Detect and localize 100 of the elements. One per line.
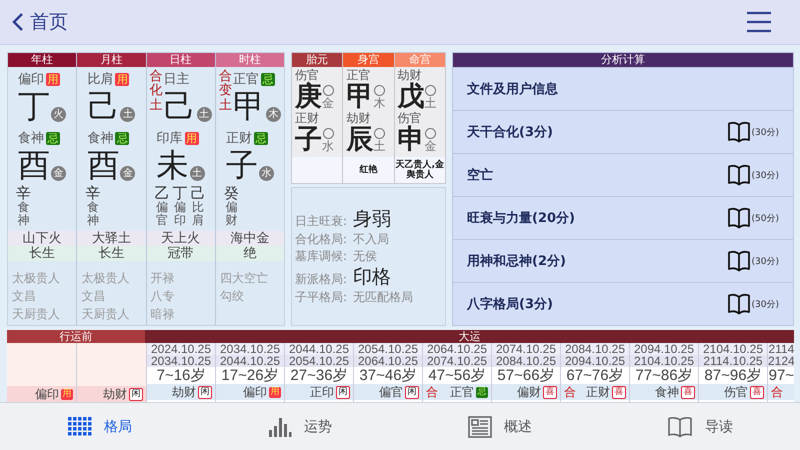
ten-god-label: 偏财	[517, 384, 541, 400]
tab[interactable]: 格局	[0, 403, 200, 450]
book-icon	[726, 293, 751, 315]
element-label: 土	[373, 138, 386, 152]
column-header: 命宫	[394, 53, 445, 67]
end-date: 2064.10.25	[354, 355, 422, 367]
life-stage-label: 长生	[77, 246, 146, 261]
back-chevron-icon	[12, 12, 24, 32]
start-date: 2114	[768, 343, 794, 355]
analysis-item[interactable]: 空亡 (30分)	[453, 153, 793, 196]
back-button[interactable]: 首页	[12, 9, 68, 35]
hidden-stem: 己	[190, 185, 206, 201]
summary-label: 子平格局:	[295, 289, 348, 305]
combination-mark: 合	[563, 384, 576, 400]
end-date: 2074.10.25	[423, 355, 491, 367]
element-badge: 金	[51, 166, 66, 181]
pillar-character: 己	[87, 88, 120, 124]
start-date: 2104.10.25	[699, 343, 767, 355]
status-badge: 用	[184, 132, 199, 144]
hidden-stem-god: 偏财	[225, 201, 238, 228]
score-label: (30分)	[752, 170, 779, 182]
ten-god-label: 正官	[232, 71, 259, 88]
ten-god-label: 正财	[295, 112, 320, 125]
status-badge: 喜	[750, 386, 764, 398]
column-header: 胎元	[292, 53, 342, 67]
score-label: (30分)	[752, 298, 779, 310]
end-date: 2054.10.25	[285, 355, 353, 367]
element-badge: 火	[51, 107, 66, 122]
palace-character: 子	[295, 125, 322, 155]
ten-god-label: 伤官	[295, 69, 319, 82]
grid-icon	[68, 416, 92, 436]
summary-value: 印格	[353, 265, 392, 289]
ring-icon	[425, 84, 436, 96]
shensha-label: 暗禄	[150, 306, 176, 323]
status-badge: 闲	[336, 386, 350, 398]
summary-value: 无匹配格局	[353, 289, 414, 306]
element-badge: 木	[266, 107, 281, 122]
ten-god-label: 偏印	[35, 386, 59, 402]
hidden-stem-god: 偏印	[174, 201, 186, 228]
shensha-label: 勾绞	[220, 288, 245, 305]
bar-chart-icon	[268, 416, 292, 438]
pillar-character: 己	[164, 88, 196, 124]
end-date: 2034.10.25	[147, 355, 215, 367]
hidden-stem-god: 食神	[86, 201, 99, 228]
life-stage-label: 绝	[216, 246, 284, 261]
pillar-character: 未	[156, 147, 189, 183]
element-badge: 土	[190, 166, 205, 181]
start-date: 2034.10.25	[216, 343, 284, 355]
analysis-item[interactable]: 旺衰与力量(20分) (50分)	[453, 196, 793, 239]
pillar-character: 丁	[18, 88, 50, 124]
analysis-item[interactable]: 用神和忌神(2分) (30分)	[453, 239, 793, 282]
analysis-item[interactable]: 文件及用户信息	[453, 67, 793, 110]
palace-character: 甲	[346, 82, 374, 112]
menu-icon[interactable]	[746, 11, 772, 33]
shensha-label: 太极贵人	[12, 270, 61, 287]
ring-icon	[425, 128, 436, 138]
element-label: 金	[424, 138, 437, 152]
ten-god-label: 正官	[346, 69, 372, 82]
ten-god-label: 伤官	[398, 112, 423, 125]
nayin-label: 山下火	[8, 231, 76, 246]
ten-god-label: 正印	[310, 384, 334, 400]
age-range: 97~	[768, 367, 794, 384]
combination-note: 合化土	[150, 70, 163, 113]
hidden-stem: 丁	[172, 185, 188, 201]
end-date: 2044.10.25	[216, 355, 284, 367]
ten-god-label: 伤官	[724, 384, 748, 400]
hidden-stem-god: 食神	[18, 201, 30, 228]
element-badge: 水	[258, 166, 274, 181]
analysis-item[interactable]: 八字格局(3分) (30分)	[453, 282, 793, 325]
summary-value: 身弱	[353, 207, 392, 231]
summary-label: 新派格局:	[295, 271, 348, 287]
element-label: 木	[373, 96, 386, 110]
palace-character: 戊	[398, 82, 425, 112]
age-range: 57~66岁	[496, 367, 556, 384]
tab[interactable]: 导读	[600, 403, 800, 450]
pillar-character: 甲	[232, 88, 265, 124]
shensha-label: 天乙贵人,金舆贵人	[394, 160, 445, 180]
age-range: 37~46岁	[358, 367, 418, 384]
element-badge: 土	[196, 107, 212, 122]
summary-label: 合化格局:	[295, 231, 348, 247]
end-date: 2084.10.25	[492, 355, 560, 367]
start-date: 2044.10.25	[285, 343, 353, 355]
ring-icon	[374, 128, 385, 138]
ten-god-label: 食神	[655, 384, 679, 400]
start-date: 2094.10.25	[630, 343, 698, 355]
document-list-icon	[468, 416, 492, 438]
book-icon	[726, 121, 751, 143]
ring-icon	[322, 84, 334, 96]
ten-god-label: 偏印	[243, 384, 267, 400]
ten-god-label: 比肩	[87, 71, 114, 88]
shensha-label: 天厨贵人	[81, 306, 130, 323]
book-icon	[726, 164, 751, 186]
ten-god-label: 劫财	[398, 69, 423, 82]
tab[interactable]: 运势	[200, 403, 400, 450]
start-date: 2084.10.25	[561, 343, 629, 355]
nayin-label: 天上火	[146, 231, 215, 246]
tab[interactable]: 概述	[400, 403, 600, 450]
ten-god-label: 偏印	[18, 71, 44, 88]
end-date: 2114.10.25	[699, 355, 767, 367]
analysis-item[interactable]: 天干合化(3分) (30分)	[453, 110, 793, 153]
